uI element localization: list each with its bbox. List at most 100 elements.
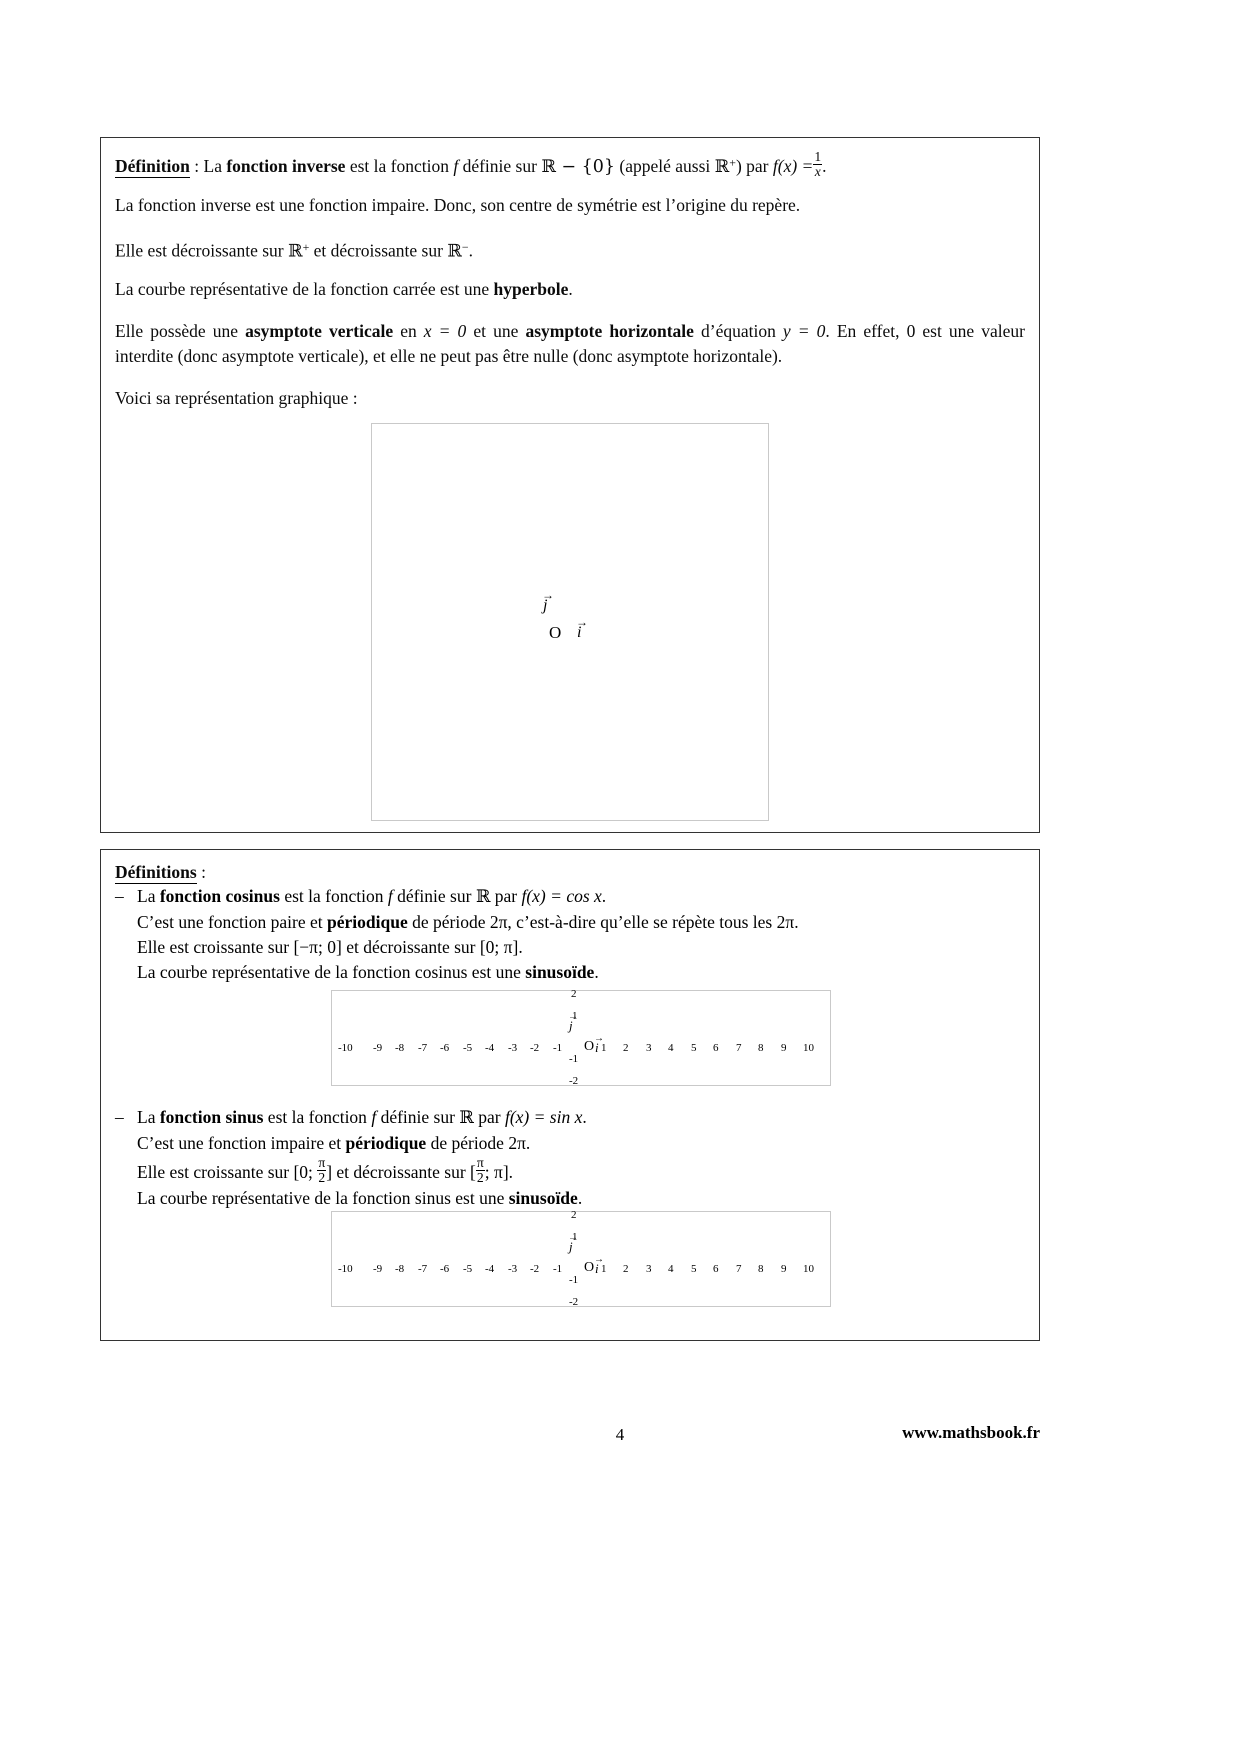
list-body-cosinus: La fonction cosinus est la fonction f dé… [137, 884, 997, 985]
text-bold-asymptote-horizontale: asymptote horizontale [525, 321, 694, 341]
x-tick-label: -7 [418, 1042, 428, 1054]
x-tick-label: -9 [373, 1263, 383, 1275]
y-tick-label: -2 [569, 1075, 579, 1087]
cosinus-line-2: C’est une fonction paire et périodique d… [137, 910, 997, 935]
x-tick-label: -5 [463, 1263, 473, 1275]
x-tick-label: -2 [530, 1042, 540, 1054]
text-frag: La [137, 886, 160, 906]
x-tick-label: -4 [485, 1042, 495, 1054]
text-frag: et décroissante sur [309, 240, 448, 261]
x-tick-label: -1 [553, 1042, 563, 1054]
text-frag: par [473, 1107, 505, 1127]
x-tick-label: 4 [668, 1042, 674, 1054]
math-x-equals-zero: x = 0 [423, 321, 467, 341]
math-r: ℝ [459, 1108, 474, 1128]
x-tick-label: 9 [781, 1042, 787, 1054]
math-r: ℝ [288, 241, 303, 262]
definition-box-inverse: Définition : La fonction inverse est la … [100, 137, 1040, 833]
x-tick-label: 6 [713, 1263, 719, 1275]
x-tick-label: 3 [646, 1042, 652, 1054]
math-interval-2: [0; π] [479, 937, 519, 957]
x-tick-label: 3 [646, 1263, 652, 1275]
text-frag: . [822, 155, 827, 176]
y-tick-label: -2 [569, 1296, 579, 1308]
math-r-sup: + [729, 155, 736, 170]
text-frag: est la fonction [279, 886, 388, 906]
sinus-line-1: La fonction sinus est la fonction f défi… [137, 1105, 997, 1131]
definition-colon: : [189, 155, 204, 176]
text-frag: et une [466, 321, 526, 341]
text-frag: La courbe représentative de la fonction … [137, 962, 526, 982]
chart-hyperbola-vector-j-label: j → [542, 588, 554, 614]
chart-sinus-vector-j-label: j → [568, 1232, 578, 1254]
definition-inverse-para6: Voici sa représentation graphique : [115, 388, 358, 408]
x-tick-label: -8 [395, 1042, 405, 1054]
x-tick-label: 7 [736, 1263, 742, 1275]
sinus-line-3: Elle est croissante sur [0; π 2] et décro… [137, 1155, 997, 1186]
cosinus-line-3: Elle est croissante sur [−π; 0] et décro… [137, 935, 997, 960]
definition-label: Définition [115, 155, 190, 178]
chart-cosinus-vector-j-label: j → [568, 1011, 578, 1033]
text-frag: C’est une fonction paire et [137, 912, 328, 932]
text-frag: . [577, 1187, 583, 1208]
document-page: Définition : La fonction inverse est la … [0, 0, 1240, 1753]
math-y-equals-zero: y = 0 [782, 321, 826, 341]
chart-sinus-origin-label: O [584, 1260, 595, 1275]
text-frag: . [468, 240, 473, 261]
definition-box-trigonometry: Définitions : – La fonction cosinus est … [100, 849, 1040, 1341]
chart-hyperbola-vector-i-label: i → [576, 615, 588, 641]
text-bold-fonction-sinus: fonction sinus [159, 1107, 264, 1127]
y-tick-label: 2 [571, 988, 577, 1000]
text-bold-periodique: périodique [327, 912, 408, 932]
text-frag: de période 2π. [426, 1133, 531, 1153]
x-tick-label: 7 [736, 1042, 742, 1054]
y-tick-label: 2 [571, 1209, 577, 1221]
x-tick-label: -1 [553, 1263, 563, 1275]
x-tick-label: 10 [803, 1263, 814, 1275]
fraction-one-over-x: 1x [813, 149, 823, 180]
fraction-numerator: π [475, 1155, 485, 1172]
x-tick-label: -6 [440, 1042, 450, 1054]
text-frag: Elle est croissante sur [137, 1161, 294, 1182]
math-fx: f(x) = [772, 155, 814, 176]
definition-inverse-para5: Elle possède une asymptote verticale en … [115, 319, 1025, 369]
fraction-pi-over-two-1: π2 [317, 1155, 327, 1186]
list-dash-cosinus: – [115, 886, 124, 906]
math-r-sup: − [461, 240, 469, 254]
y-tick-label: -1 [569, 1274, 579, 1286]
definitions-label-line: Définitions : [115, 860, 1015, 885]
x-tick-label: 5 [691, 1263, 697, 1275]
text-frag: . [582, 1107, 587, 1127]
list-dash-sinus: – [115, 1107, 124, 1127]
x-tick-label: 9 [781, 1263, 787, 1275]
text-frag: (appelé aussi [615, 155, 715, 176]
definition-inverse-para4: La courbe représentative de la fonction … [115, 277, 1023, 302]
x-tick-label: -9 [373, 1042, 383, 1054]
chart-sinus-vector-i-label: i → [594, 1254, 604, 1276]
website-footer: www.mathsbook.fr [902, 1423, 1040, 1442]
x-tick-label: -2 [530, 1263, 540, 1275]
text-frag: La [137, 1107, 160, 1127]
x-tick-label: -8 [395, 1263, 405, 1275]
x-tick-label: -5 [463, 1042, 473, 1054]
chart-hyperbola: j → O i → [371, 423, 769, 821]
math-r: ℝ [714, 156, 730, 177]
x-tick-label: 5 [691, 1042, 697, 1054]
text-frag: . [568, 279, 573, 299]
math-fx-sin: f(x) = sin x [504, 1107, 583, 1127]
chart-cosinus-origin-label: O [584, 1039, 595, 1054]
chart-cosinus: -10 -9 -8 -7 -6 -5 -4 -3 -2 -1 1 2 3 4 5… [331, 988, 831, 1087]
chart-cosinus-vector-i-label: i → [594, 1033, 604, 1055]
text-bold-asymptote-verticale: asymptote verticale [245, 321, 394, 341]
sinus-line-2: C’est une fonction impaire et périodique… [137, 1131, 997, 1156]
text-frag: La [203, 155, 227, 176]
math-interval-1: [−π; 0] [293, 937, 342, 957]
x-tick-label: -3 [508, 1263, 518, 1275]
chart-sinus: -10 -9 -8 -7 -6 -5 -4 -3 -2 -1 1 2 3 4 5… [331, 1209, 831, 1308]
text-bold-sinusoide: sinusoïde [508, 1187, 578, 1208]
chart-cosinus-frame [331, 990, 831, 1086]
cosinus-line-1: La fonction cosinus est la fonction f dé… [137, 884, 997, 910]
text-frag: C’est une fonction impaire et [137, 1133, 346, 1153]
x-tick-label: -10 [338, 1042, 353, 1054]
text-frag: . [508, 1161, 514, 1182]
